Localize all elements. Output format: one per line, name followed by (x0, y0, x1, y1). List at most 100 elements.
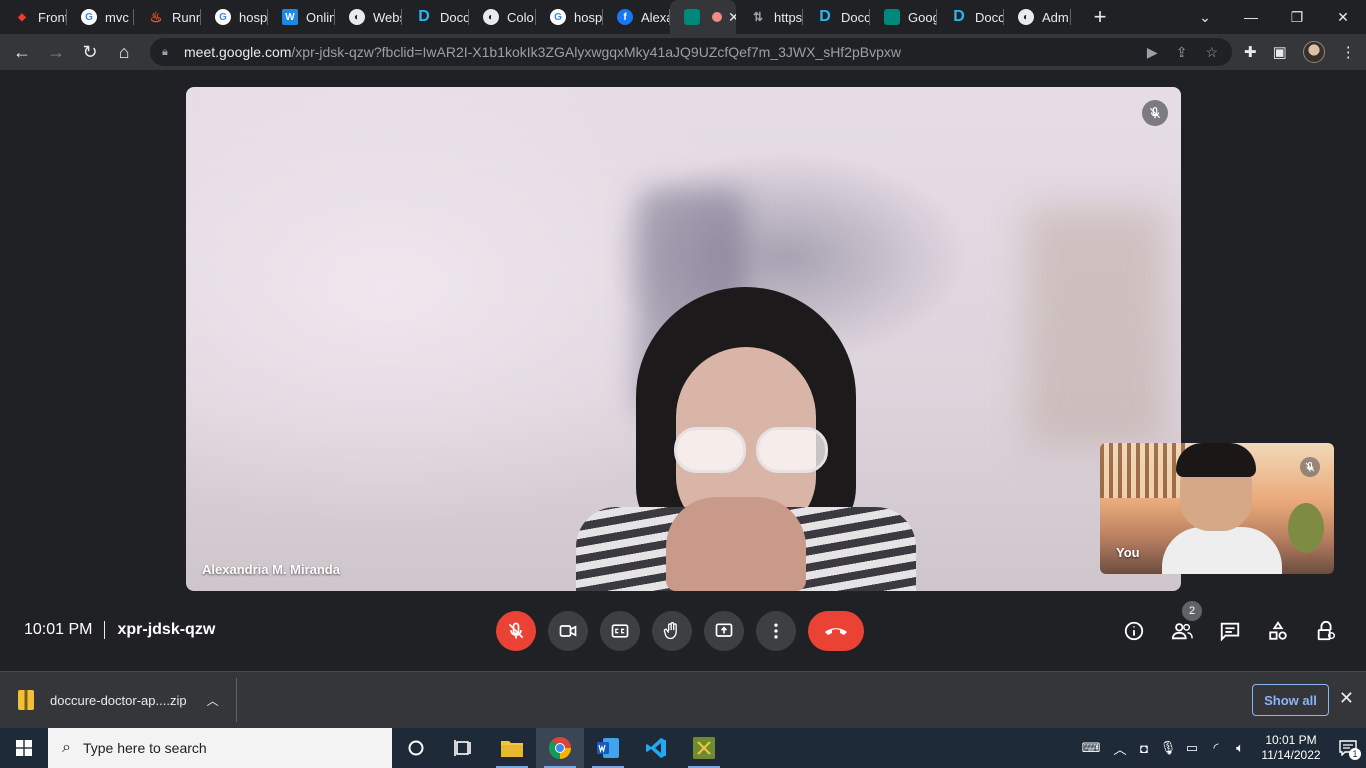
new-tab-button[interactable]: + (1085, 4, 1115, 30)
forward-button[interactable]: → (40, 36, 72, 68)
meeting-details-button[interactable] (1114, 611, 1154, 651)
volume-icon[interactable]: 🔈︎ (1228, 740, 1252, 756)
browser-tab[interactable]: Gmvc l (67, 0, 134, 34)
notifications-button[interactable]: 1 (1330, 728, 1366, 768)
side-panel-icon[interactable]: ▣ (1273, 43, 1287, 61)
browser-tab[interactable]: D Docc (402, 0, 469, 34)
browser-tab[interactable]: ♨ Runn (134, 0, 201, 34)
microphone-icon[interactable]: 🎙︎ (1156, 740, 1180, 756)
tab-search-icon[interactable]: ⌄ (1182, 9, 1228, 26)
host-controls-button[interactable] (1306, 611, 1346, 651)
close-downloads-icon[interactable]: ✕ (1339, 688, 1354, 709)
laravel-icon: ◆ (18, 11, 26, 23)
browser-toolbar: ← → ↻ ⌂ 🔒︎ meet.google.com/xpr-jdsk-qzw?… (0, 34, 1366, 70)
chrome-taskbar-button[interactable] (536, 728, 584, 768)
url-host: meet.google.com (184, 44, 292, 60)
lock-icon[interactable]: 🔒︎ (162, 46, 174, 59)
browser-tab[interactable]: W Onlin (268, 0, 335, 34)
camera-in-use-icon[interactable]: ◘ (1132, 741, 1156, 756)
vscode-icon (646, 738, 666, 758)
activities-button[interactable] (1258, 611, 1298, 651)
taskbar-search-box[interactable]: ⌕ Type here to search (48, 728, 392, 768)
windows-logo-icon (16, 740, 32, 756)
battery-icon[interactable]: ▭ (1180, 740, 1204, 756)
browser-tab[interactable]: Ghosp (201, 0, 268, 34)
show-all-downloads-button[interactable]: Show all (1252, 684, 1329, 716)
browser-tab[interactable]: ◐ Adm (1004, 0, 1071, 34)
present-icon (715, 623, 733, 637)
bookmark-star-icon[interactable]: ☆ (1205, 44, 1218, 61)
url-path: /xpr-jdsk-qzw?fbclid=IwAR2I-X1b1kokIk3ZG… (291, 44, 902, 60)
word-icon (597, 738, 619, 758)
meeting-code: xpr-jdsk-qzw (117, 621, 216, 638)
minimize-icon[interactable]: — (1228, 9, 1274, 25)
toggle-mic-button[interactable] (496, 611, 536, 651)
more-options-button[interactable] (756, 611, 796, 651)
cortana-button[interactable] (392, 728, 440, 768)
close-window-icon[interactable]: ✕ (1320, 9, 1366, 26)
leave-call-button[interactable] (808, 611, 864, 651)
taskbar-clock[interactable]: 10:01 PM 11/14/2022 (1252, 733, 1330, 763)
browser-tab[interactable]: ◐ Colo (469, 0, 536, 34)
camera-in-use-icon[interactable]: ▶︎ (1147, 44, 1158, 61)
search-icon: ⌕ (62, 739, 71, 756)
close-tab-icon[interactable]: ✕ (728, 9, 736, 26)
main-participant-tile[interactable]: Alexandria M. Miranda (186, 87, 1181, 591)
fire-icon: ♨ (149, 8, 163, 25)
search-placeholder: Type here to search (82, 740, 207, 756)
cortana-icon (408, 740, 424, 756)
present-screen-button[interactable] (704, 611, 744, 651)
system-tray: ⌨ ︿ ◘ 🎙︎ ▭ ◜ 🔈︎ 10:01 PM 11/14/2022 1 (1074, 728, 1366, 768)
xampp-taskbar-button[interactable] (680, 728, 728, 768)
keyboard-icon[interactable]: ⌨ (1074, 740, 1108, 756)
menu-kebab-icon[interactable]: ⋮ (1341, 43, 1356, 61)
task-view-button[interactable] (440, 728, 488, 768)
download-item[interactable]: doccure-doctor-ap....zip ︿ (0, 678, 237, 722)
reload-button[interactable]: ↻ (74, 36, 106, 68)
self-view-tile[interactable]: You (1100, 443, 1334, 574)
vscode-taskbar-button[interactable] (632, 728, 680, 768)
downloads-shelf: doccure-doctor-ap....zip ︿ Show all ✕ (0, 671, 1366, 728)
browser-tab[interactable]: D Docc (803, 0, 870, 34)
arrows-icon: ⇅ (752, 10, 764, 24)
browser-tab[interactable]: f Alexa (603, 0, 670, 34)
hand-icon (663, 622, 677, 640)
browser-tab[interactable]: D Docc (937, 0, 1004, 34)
browser-tab[interactable]: ◆ Front (0, 0, 67, 34)
globe-icon: ◐ (349, 9, 365, 25)
restore-icon[interactable]: ❐ (1274, 9, 1320, 26)
profile-avatar[interactable] (1302, 41, 1325, 63)
toggle-camera-button[interactable] (548, 611, 588, 651)
browser-tab[interactable]: ◐Webs (335, 0, 402, 34)
recording-indicator-icon (712, 12, 722, 22)
globe-icon: ◐ (1018, 9, 1034, 25)
people-button[interactable]: 2 (1162, 601, 1202, 651)
start-button[interactable] (0, 728, 48, 768)
folder-icon (501, 741, 523, 757)
back-button[interactable]: ← (6, 36, 38, 68)
browser-tab[interactable]: ⇅ https (736, 0, 803, 34)
address-bar[interactable]: 🔒︎ meet.google.com/xpr-jdsk-qzw?fbclid=I… (150, 38, 1232, 66)
browser-tab-active[interactable]: ✕ (670, 0, 736, 34)
share-icon[interactable]: ⇪ (1176, 44, 1188, 61)
google-icon: G (550, 9, 566, 25)
chevron-up-icon[interactable]: ︿ (207, 692, 219, 709)
xampp-icon (693, 737, 715, 759)
word-taskbar-button[interactable] (584, 728, 632, 768)
participants-count-badge: 2 (1182, 601, 1202, 621)
notification-count-badge: 1 (1349, 748, 1361, 760)
meeting-details: 10:01 PM xpr-jdsk-qzw (24, 621, 215, 639)
browser-tab[interactable]: Ghosp (536, 0, 603, 34)
d-icon: D (819, 8, 831, 25)
chevron-up-icon[interactable]: ︿ (1108, 739, 1132, 758)
muted-mic-icon (1142, 100, 1168, 126)
wifi-icon[interactable]: ◜ (1204, 740, 1228, 756)
captions-button[interactable] (600, 611, 640, 651)
home-button[interactable]: ⌂ (108, 36, 140, 68)
raise-hand-button[interactable] (652, 611, 692, 651)
chat-button[interactable] (1210, 611, 1250, 651)
file-explorer-taskbar-button[interactable] (488, 728, 536, 768)
browser-tab[interactable]: Goog (870, 0, 937, 34)
google-icon: G (215, 9, 231, 25)
extensions-icon[interactable]: ✚ (1244, 43, 1257, 61)
